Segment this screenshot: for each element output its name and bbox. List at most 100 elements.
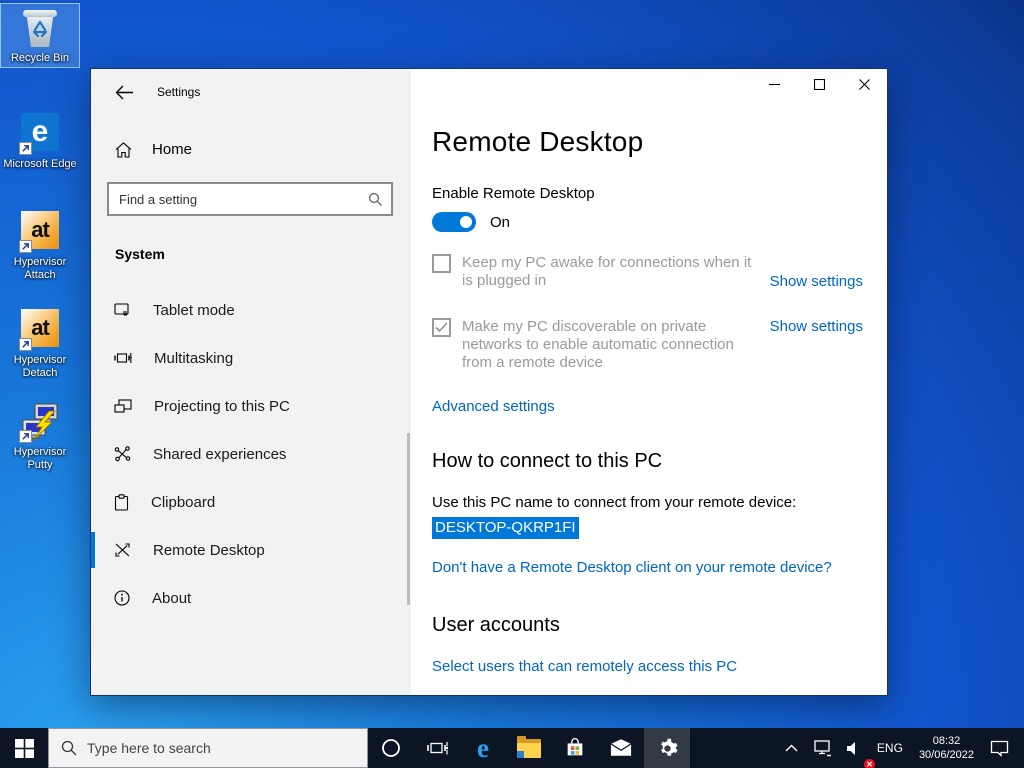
sidebar-item-remote-desktop[interactable]: Remote Desktop <box>91 526 411 574</box>
search-icon <box>61 740 77 756</box>
desktop-icon-recycle-bin[interactable]: Recycle Bin <box>1 4 79 67</box>
shortcut-arrow-icon <box>19 142 32 155</box>
tray-expand-button[interactable] <box>778 728 805 768</box>
discoverable-checkbox[interactable] <box>432 318 451 337</box>
remote-desktop-toggle[interactable] <box>432 212 476 232</box>
desktop-icon-label: Hypervisor Attach <box>1 256 79 282</box>
chevron-up-icon <box>785 744 798 752</box>
sidebar-item-tablet-mode[interactable]: Tablet mode <box>91 286 411 334</box>
desktop-icon-label: Recycle Bin <box>1 52 79 65</box>
hypervisor-detach-icon: at <box>19 309 61 351</box>
task-view-button[interactable] <box>414 728 460 768</box>
file-explorer-button[interactable] <box>506 728 552 768</box>
page-title: Remote Desktop <box>432 125 863 159</box>
remote-client-link[interactable]: Don't have a Remote Desktop client on yo… <box>432 559 863 576</box>
mute-badge-icon: ✕ <box>864 759 875 768</box>
desktop-icon-microsoft-edge[interactable]: e Microsoft Edge <box>1 108 79 173</box>
recycle-bin-icon <box>19 7 61 49</box>
sidebar-scrollbar[interactable] <box>407 433 410 605</box>
pc-name-value[interactable]: DESKTOP-QKRP1FI <box>432 517 579 539</box>
edge-taskbar-button[interactable]: e <box>460 728 506 768</box>
remote-desktop-icon <box>114 542 131 558</box>
search-icon <box>368 192 383 207</box>
file-explorer-icon <box>517 739 541 758</box>
accounts-section-title: User accounts <box>432 612 863 638</box>
hypervisor-attach-icon: at <box>19 211 61 253</box>
microsoft-store-button[interactable] <box>552 728 598 768</box>
home-icon <box>115 142 132 158</box>
settings-main-panel: Remote Desktop Enable Remote Desktop On … <box>411 69 887 695</box>
network-status-button[interactable] <box>805 728 839 768</box>
sidebar-item-about[interactable]: About <box>91 574 411 622</box>
volume-button[interactable]: ✕ <box>839 728 870 768</box>
about-icon <box>114 590 130 606</box>
desktop-icon-hypervisor-putty[interactable]: Hypervisor Putty <box>1 398 79 474</box>
speaker-muted-icon <box>846 741 863 756</box>
sidebar-item-home[interactable]: Home <box>91 141 411 158</box>
sidebar-item-clipboard[interactable]: Clipboard <box>91 478 411 526</box>
settings-gear-icon <box>657 738 678 759</box>
pc-name-instruction: Use this PC name to connect from your re… <box>432 494 863 511</box>
start-button[interactable] <box>0 728 48 768</box>
clock[interactable]: 08:32 30/06/2022 <box>910 734 983 762</box>
back-button[interactable] <box>115 85 135 100</box>
cortana-button[interactable] <box>368 728 414 768</box>
shortcut-arrow-icon <box>19 430 32 443</box>
clipboard-icon <box>114 494 129 511</box>
sidebar-item-projecting[interactable]: Projecting to this PC <box>91 382 411 430</box>
taskbar-search-input[interactable] <box>87 740 359 756</box>
close-button[interactable] <box>842 69 887 99</box>
toggle-state-label: On <box>490 214 510 231</box>
settings-window: Settings Home System Tablet mode <box>90 68 888 696</box>
checkmark-icon <box>435 322 448 333</box>
taskbar: e <box>0 728 1024 768</box>
edge-icon: e <box>477 735 489 762</box>
settings-sidebar: Settings Home System Tablet mode <box>91 69 411 695</box>
language-indicator[interactable]: ENG <box>870 728 910 768</box>
mail-button[interactable] <box>598 728 644 768</box>
sidebar-item-multitasking[interactable]: Multitasking <box>91 334 411 382</box>
mail-icon <box>610 739 632 757</box>
desktop-icon-hypervisor-attach[interactable]: at Hypervisor Attach <box>1 206 79 284</box>
sidebar-section-label: System <box>115 246 411 262</box>
search-input[interactable] <box>119 192 368 207</box>
clock-time: 08:32 <box>919 734 974 748</box>
desktop-icon-hypervisor-detach[interactable]: at Hypervisor Detach <box>1 304 79 382</box>
keep-awake-checkbox[interactable] <box>432 254 451 273</box>
shared-experiences-icon <box>114 446 131 462</box>
discoverable-label: Make my PC discoverable on private netwo… <box>462 318 762 372</box>
titlebar: Settings <box>91 69 411 115</box>
action-center-button[interactable] <box>983 728 1016 768</box>
tablet-mode-icon <box>114 302 131 318</box>
minimize-button[interactable] <box>752 69 797 99</box>
cortana-icon <box>381 738 401 758</box>
network-icon <box>812 740 832 757</box>
settings-taskbar-button[interactable] <box>644 728 690 768</box>
desktop-icon-label: Hypervisor Detach <box>1 354 79 380</box>
show-settings-link-2[interactable]: Show settings <box>770 318 863 335</box>
store-icon <box>564 737 586 759</box>
system-tray: ✕ ENG 08:32 30/06/2022 <box>778 728 1024 768</box>
task-view-icon <box>426 739 448 757</box>
keep-awake-label: Keep my PC awake for connections when it… <box>462 254 762 290</box>
shortcut-arrow-icon <box>19 338 32 351</box>
sidebar-nav: Tablet mode Multitasking Projecting to t… <box>91 286 411 622</box>
find-a-setting-searchbox[interactable] <box>107 182 393 216</box>
sidebar-item-shared-experiences[interactable]: Shared experiences <box>91 430 411 478</box>
show-settings-link-1[interactable]: Show settings <box>770 273 863 290</box>
hypervisor-putty-icon <box>19 401 61 443</box>
toggle-knob <box>460 216 472 228</box>
taskbar-search[interactable] <box>48 728 368 768</box>
multitasking-icon <box>114 350 132 366</box>
action-center-icon <box>990 740 1009 757</box>
select-users-link[interactable]: Select users that can remotely access th… <box>432 658 863 675</box>
enable-remote-desktop-label: Enable Remote Desktop <box>432 185 863 202</box>
clock-date: 30/06/2022 <box>919 748 974 762</box>
window-title: Settings <box>157 85 200 99</box>
projecting-icon <box>114 398 132 414</box>
connect-section-title: How to connect to this PC <box>432 448 863 474</box>
advanced-settings-link[interactable]: Advanced settings <box>432 398 555 415</box>
maximize-button[interactable] <box>797 69 842 99</box>
window-caption-buttons <box>752 69 887 99</box>
edge-icon: e <box>19 113 61 155</box>
